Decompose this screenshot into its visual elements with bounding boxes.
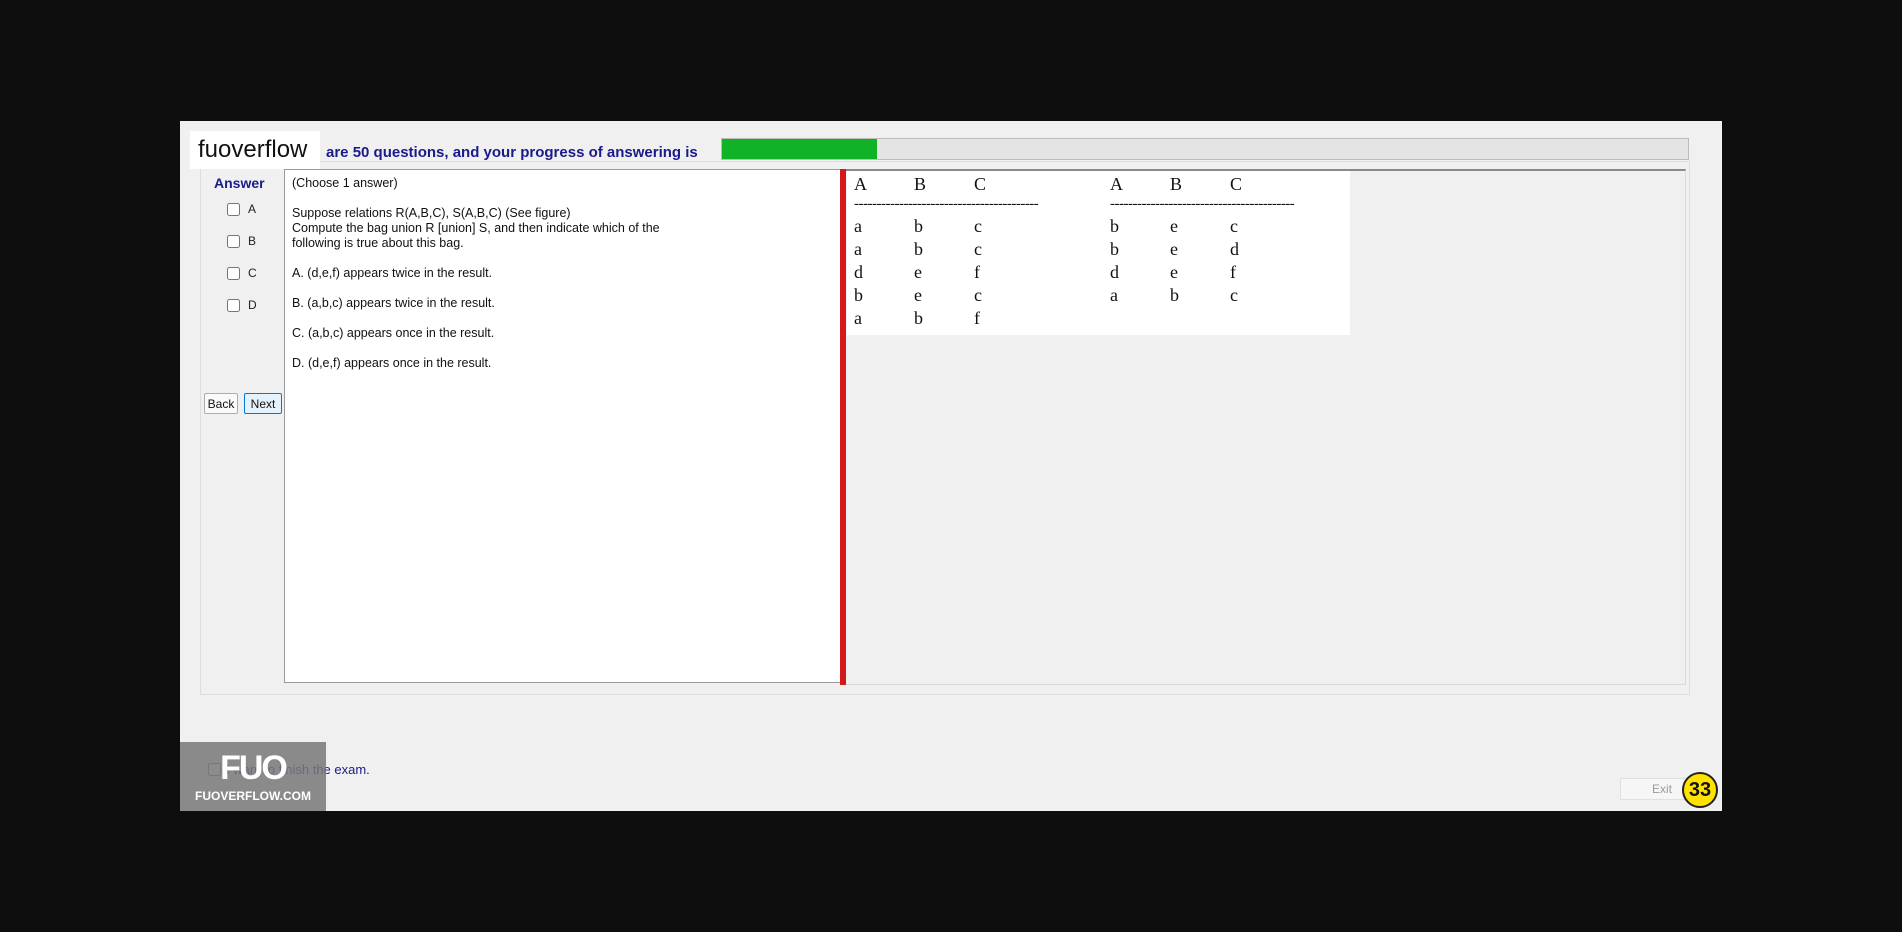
relation-row: a b c [854,238,1038,261]
answer-checkbox-a[interactable] [227,202,240,216]
relation-cell: b [1170,285,1179,305]
question-number-badge: 33 [1682,772,1718,808]
relation-cell: a [854,239,862,259]
relation-header-row: A B C [1110,173,1294,196]
progress-bar [721,138,1689,160]
relation-cell: c [974,239,982,259]
panel-splitter[interactable] [840,169,846,685]
answer-option-label: D [248,298,257,312]
relation-row: a b c [1110,284,1294,307]
logo-tag: fuoverflow [190,131,320,169]
relation-cell: c [1230,216,1238,236]
relation-cell: e [1170,262,1178,282]
relation-cell: C [974,174,987,194]
relation-header-row: A B C [854,173,1038,196]
relation-cell: B [1170,174,1183,194]
choice-c-text: C. (a,b,c) appears once in the result. [292,326,495,340]
question-panel: (Choose 1 answer) Suppose relations R(A,… [284,169,844,683]
question-text-line: Suppose relations R(A,B,C), S(A,B,C) (Se… [292,206,571,220]
relation-cell: d [1110,262,1119,282]
relation-cell: a [854,308,862,328]
relation-cell: e [1170,239,1178,259]
answer-title: Answer [214,175,265,191]
question-text-line: Compute the bag union R [union] S, and t… [292,221,660,235]
answer-option-b[interactable]: B [227,232,287,250]
relation-row: bec [854,284,1038,307]
relation-row: bec [1110,215,1294,238]
watermark-big-text: FUO [220,748,288,787]
relation-cell: a [1110,285,1118,305]
exam-window: fuoverflow are 50 questions, and your pr… [180,121,1722,811]
relation-separator: ----------------------------------------… [854,196,1039,212]
progress-text: are 50 questions, and your progress of a… [326,144,698,161]
relation-cell: a [854,216,862,236]
next-button[interactable]: Next [244,393,282,414]
relation-s-table: A B C -------------------------------------… [1110,173,1294,307]
relation-row: abf [854,307,1038,330]
answer-option-label: B [248,234,257,248]
relation-cell: d [854,262,863,282]
relation-cell: c [974,216,982,236]
answer-checkbox-d[interactable] [227,298,240,312]
relation-cell: e [914,285,922,305]
back-button[interactable]: Back [204,393,238,414]
choice-a-text: A. (d,e,f) appears twice in the result. [292,266,493,280]
relation-cell: e [1170,216,1178,236]
relation-cell: d [1230,239,1239,259]
relation-row: d e f [854,261,1038,284]
relation-row: a b c [854,215,1038,238]
watermark-small-text: FUOVERFLOW.COM [195,788,311,803]
relation-cell: A [854,174,867,194]
relation-cell: b [854,285,863,305]
relation-cell: b [914,216,923,236]
relation-cell: c [1230,285,1238,305]
relation-cell: b [914,308,923,328]
relation-cell: f [974,262,980,282]
question-instruction: (Choose 1 answer) [292,176,398,190]
relation-separator: ----------------------------------------… [1110,196,1295,212]
question-text-line: following is true about this bag. [292,236,464,250]
relation-row: bed [1110,238,1294,261]
relations-figure: A B C -------------------------------------… [847,171,1350,335]
relation-cell: f [974,308,980,328]
relation-cell: e [914,262,922,282]
relation-cell: b [1110,239,1119,259]
answer-checkbox-c[interactable] [227,266,240,280]
answer-checkbox-b[interactable] [227,234,240,248]
relation-cell: A [1110,174,1123,194]
choice-d-text: D. (d,e,f) appears once in the result. [292,356,492,370]
answer-option-label: A [248,202,257,216]
choice-b-text: B. (a,b,c) appears twice in the result. [292,296,495,310]
relation-cell: b [1110,216,1119,236]
progress-fill [722,139,877,159]
answer-option-c[interactable]: C [227,264,287,282]
relation-cell: f [1230,262,1236,282]
relation-cell: C [1230,174,1243,194]
answer-option-a[interactable]: A [227,200,287,218]
relation-row: d e f [1110,261,1294,284]
relation-cell: B [914,174,927,194]
relation-r-table: A B C -------------------------------------… [854,173,1038,330]
answer-option-d[interactable]: D [227,296,287,314]
watermark-logo: FUO FUOVERFLOW.COM [180,742,326,811]
relation-cell: b [914,239,923,259]
relation-cell: c [974,285,982,305]
answer-option-label: C [248,266,257,280]
